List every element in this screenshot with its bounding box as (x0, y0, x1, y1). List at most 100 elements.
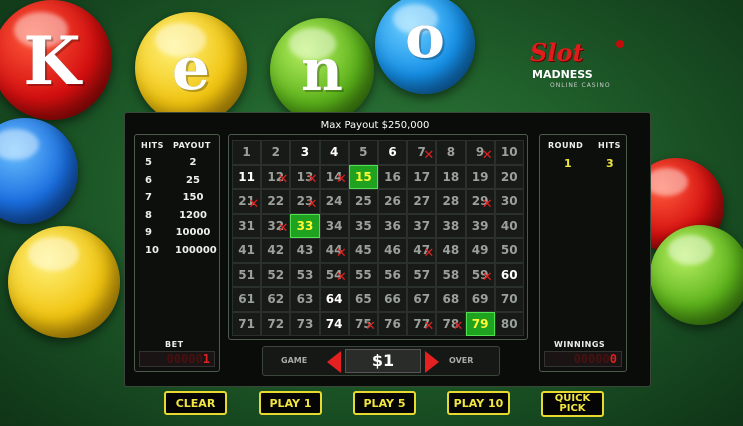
keno-number-9[interactable]: 9 ✕ (465, 140, 495, 165)
keno-number-label: 80 (500, 316, 518, 331)
keno-number-28[interactable]: 28 (436, 189, 466, 214)
keno-number-30[interactable]: 30 (494, 189, 524, 214)
keno-number-44[interactable]: 44 ✕ (319, 238, 349, 263)
keno-number-35[interactable]: 35 (348, 213, 378, 238)
keno-number-52[interactable]: 52 (261, 262, 291, 287)
slot-madness-logo: Slot MADNESS ONLINE CASINO (528, 38, 633, 94)
keno-number-57[interactable]: 57 (407, 262, 437, 287)
play-5-button[interactable]: PLAY 5 (353, 391, 416, 415)
keno-number-56[interactable]: 56 (377, 262, 408, 287)
keno-number-32[interactable]: 32 ✕ (261, 213, 291, 238)
keno-number-22[interactable]: 22 (261, 189, 291, 214)
keno-number-80[interactable]: 80 (494, 311, 524, 336)
keno-number-11[interactable]: 11 (232, 164, 262, 189)
keno-number-58[interactable]: 58 (436, 262, 466, 287)
keno-number-73[interactable]: 73 (290, 311, 320, 336)
keno-number-label: 60 (500, 267, 518, 282)
keno-number-36[interactable]: 36 (377, 213, 408, 238)
keno-number-1[interactable]: 1 (232, 140, 262, 165)
keno-number-6[interactable]: 6 (377, 140, 408, 165)
keno-number-48[interactable]: 48 (436, 238, 466, 263)
round-value: 1 (564, 157, 572, 170)
keno-number-21[interactable]: 21 ✕ (232, 189, 262, 214)
keno-number-8[interactable]: 8 (436, 140, 466, 165)
keno-number-label: 70 (500, 292, 518, 307)
keno-number-47[interactable]: 47 ✕ (407, 238, 437, 263)
keno-number-67[interactable]: 67 (407, 287, 437, 312)
keno-number-72[interactable]: 72 (261, 311, 291, 336)
keno-number-59[interactable]: 59 ✕ (465, 262, 495, 287)
keno-number-label: 61 (238, 292, 255, 307)
keno-number-label: 51 (238, 267, 255, 282)
keno-number-17[interactable]: 17 (407, 164, 437, 189)
keno-number-70[interactable]: 70 (494, 287, 524, 312)
keno-number-5[interactable]: 5 (348, 140, 378, 165)
keno-number-49[interactable]: 49 (465, 238, 495, 263)
quick-pick-button[interactable]: QUICK PICK (541, 391, 604, 417)
play-1-button[interactable]: PLAY 1 (259, 391, 322, 415)
keno-number-50[interactable]: 50 (494, 238, 524, 263)
keno-number-51[interactable]: 51 (232, 262, 262, 287)
keno-number-3[interactable]: 3 (290, 140, 320, 165)
keno-number-76[interactable]: 76 (377, 311, 408, 336)
keno-number-37[interactable]: 37 (407, 213, 437, 238)
keno-number-19[interactable]: 19 (465, 164, 495, 189)
keno-number-2[interactable]: 2 (261, 140, 291, 165)
keno-number-7[interactable]: 7 ✕ (407, 140, 437, 165)
keno-number-41[interactable]: 41 (232, 238, 262, 263)
keno-number-45[interactable]: 45 (348, 238, 378, 263)
keno-number-26[interactable]: 26 (377, 189, 408, 214)
keno-number-label: 39 (471, 218, 489, 233)
keno-number-61[interactable]: 61 (232, 287, 262, 312)
keno-number-65[interactable]: 65 (348, 287, 378, 312)
keno-number-27[interactable]: 27 (407, 189, 437, 214)
clear-button[interactable]: CLEAR (164, 391, 227, 415)
keno-number-78[interactable]: 78 ✕ (436, 311, 466, 336)
keno-number-53[interactable]: 53 (290, 262, 320, 287)
keno-number-39[interactable]: 39 (465, 213, 495, 238)
keno-number-34[interactable]: 34 (319, 213, 349, 238)
keno-number-40[interactable]: 40 (494, 213, 524, 238)
keno-number-75[interactable]: 75 ✕ (348, 311, 378, 336)
keno-number-77[interactable]: 77 ✕ (407, 311, 437, 336)
keno-number-23[interactable]: 23 ✕ (290, 189, 320, 214)
keno-number-13[interactable]: 13 ✕ (290, 164, 320, 189)
keno-number-12[interactable]: 12 ✕ (261, 164, 291, 189)
keno-number-42[interactable]: 42 (261, 238, 291, 263)
keno-number-label: 18 (442, 169, 460, 184)
keno-number-68[interactable]: 68 (436, 287, 466, 312)
keno-number-66[interactable]: 66 (377, 287, 408, 312)
keno-number-29[interactable]: 29 ✕ (465, 189, 495, 214)
keno-number-4[interactable]: 4 (319, 140, 349, 165)
keno-number-25[interactable]: 25 (348, 189, 378, 214)
decrease-bet-arrow-icon[interactable] (327, 351, 341, 373)
keno-number-38[interactable]: 38 (436, 213, 466, 238)
keno-number-54[interactable]: 54 ✕ (319, 262, 349, 287)
keno-number-69[interactable]: 69 (465, 287, 495, 312)
keno-number-10[interactable]: 10 (494, 140, 524, 165)
keno-number-46[interactable]: 46 (377, 238, 408, 263)
keno-number-20[interactable]: 20 (494, 164, 524, 189)
winnings-label: WINNINGS (554, 340, 606, 349)
max-payout-label: Max Payout $250,000 (320, 120, 430, 131)
keno-number-74[interactable]: 74 (319, 311, 349, 336)
keno-number-16[interactable]: 16 (377, 164, 408, 189)
keno-number-31[interactable]: 31 (232, 213, 262, 238)
keno-number-18[interactable]: 18 (436, 164, 466, 189)
keno-number-63[interactable]: 63 (290, 287, 320, 312)
bet-amount: $1 (371, 351, 395, 370)
keno-number-64[interactable]: 64 (319, 287, 349, 312)
play-10-button[interactable]: PLAY 10 (447, 391, 510, 415)
keno-number-60[interactable]: 60 (494, 262, 524, 287)
keno-number-33[interactable]: 33 (290, 213, 320, 238)
keno-number-label: 11 (238, 169, 255, 184)
keno-number-55[interactable]: 55 (348, 262, 378, 287)
keno-number-71[interactable]: 71 (232, 311, 262, 336)
keno-number-15[interactable]: 15 (348, 164, 378, 189)
increase-bet-arrow-icon[interactable] (425, 351, 439, 373)
keno-number-14[interactable]: 14 ✕ (319, 164, 349, 189)
keno-number-62[interactable]: 62 (261, 287, 291, 312)
keno-number-79[interactable]: 79 (465, 311, 495, 336)
keno-number-24[interactable]: 24 (319, 189, 349, 214)
keno-number-43[interactable]: 43 (290, 238, 320, 263)
